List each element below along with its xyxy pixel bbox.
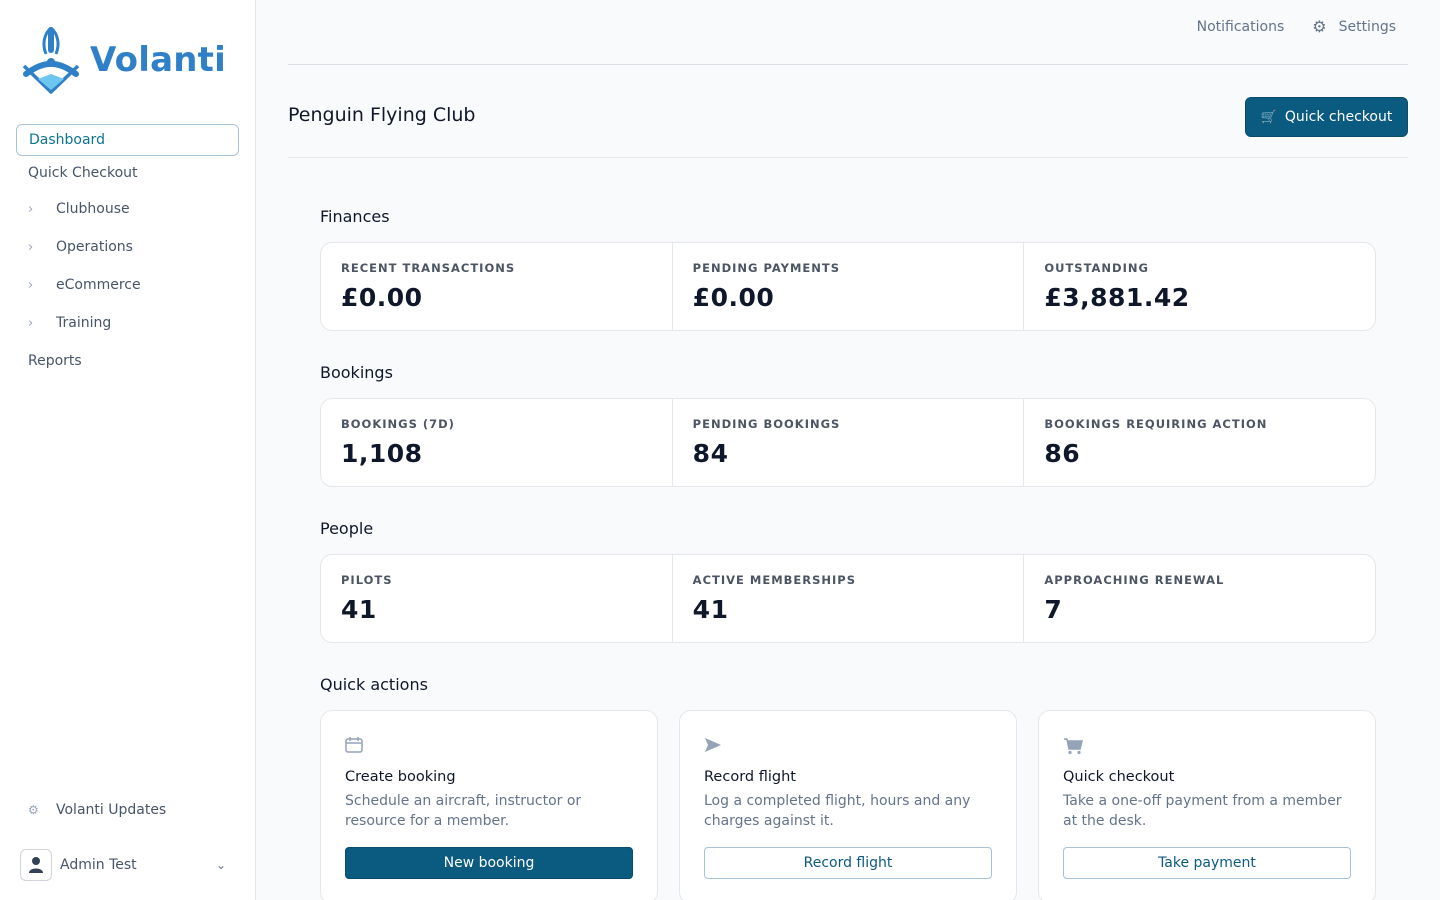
action-title: Quick checkout (1063, 769, 1175, 785)
stat-card: PILOTS 41 (321, 555, 673, 642)
stat-label: BOOKINGS (7D) (341, 417, 455, 431)
sidebar-item-operations[interactable]: › Operations (16, 228, 239, 266)
stat-value: 41 (341, 595, 377, 624)
bookings-stats: BOOKINGS (7D) 1,108 PENDING BOOKINGS 84 … (320, 398, 1376, 487)
cart-icon: 🛒 (1260, 109, 1277, 125)
stat-label: PENDING PAYMENTS (692, 261, 841, 275)
stat-label: PILOTS (341, 573, 393, 587)
stat-label: APPROACHING RENEWAL (1044, 573, 1225, 587)
stat-card: BOOKINGS REQUIRING ACTION 86 (1024, 399, 1375, 486)
action-title: Record flight (704, 769, 796, 785)
action-card-record-flight: Record flight Log a completed flight, ho… (679, 710, 1017, 900)
sidebar-item-quick-checkout[interactable]: Quick Checkout (16, 156, 239, 190)
stat-label: OUTSTANDING (1044, 261, 1149, 275)
people-stats: PILOTS 41 ACTIVE MEMBERSHIPS 41 APPROACH… (320, 554, 1376, 643)
sidebar-item-clubhouse[interactable]: › Clubhouse (16, 190, 239, 228)
sidebar-item-label: Clubhouse (56, 201, 130, 217)
new-booking-button[interactable]: New booking (345, 847, 633, 879)
action-title: Create booking (345, 769, 456, 785)
section-title-bookings: Bookings (320, 363, 393, 382)
stat-value: 84 (692, 439, 729, 468)
sidebar-item-reports[interactable]: Reports (16, 344, 239, 378)
action-card-quick-checkout: Quick checkout Take a one-off payment fr… (1038, 710, 1376, 900)
sidebar-item-label: Reports (28, 353, 82, 369)
volanti-updates-link[interactable]: ⚙ Volanti Updates (20, 793, 236, 827)
calendar-icon (345, 737, 633, 757)
user-icon (29, 857, 43, 873)
settings-link[interactable]: ⚙ Settings (1312, 17, 1396, 36)
stat-card: APPROACHING RENEWAL 7 (1024, 555, 1375, 642)
stat-card: BOOKINGS (7D) 1,108 (321, 399, 673, 486)
chevron-down-icon: ⌄ (215, 858, 226, 872)
action-description: Log a completed flight, hours and any ch… (704, 793, 971, 829)
stat-card: OUTSTANDING £3,881.42 (1024, 243, 1375, 330)
sidebar-item-label: Training (56, 315, 112, 331)
stat-label: ACTIVE MEMBERSHIPS (692, 573, 857, 587)
finances-stats: RECENT TRANSACTIONS £0.00 PENDING PAYMEN… (320, 242, 1376, 331)
stat-label: RECENT TRANSACTIONS (341, 261, 516, 275)
stat-card: PENDING PAYMENTS £0.00 (673, 243, 1025, 330)
cart-icon (1063, 737, 1351, 757)
brand-name: Volanti (90, 40, 226, 80)
action-description: Take a one-off payment from a member at … (1063, 793, 1342, 829)
user-menu[interactable]: Admin Test ⌄ (20, 847, 236, 883)
stat-value: 7 (1044, 595, 1063, 624)
topbar-links: Notifications ⚙ Settings (1197, 17, 1396, 36)
paper-plane-icon (704, 737, 992, 757)
brand[interactable]: Volanti (20, 24, 226, 96)
stat-value: £0.00 (341, 283, 423, 312)
avatar (20, 849, 52, 881)
sidebar-item-training[interactable]: › Training (16, 304, 239, 342)
chevron-right-icon: › (28, 277, 34, 293)
page-header: Penguin Flying Club 🛒 Quick checkout (288, 65, 1408, 158)
volanti-updates-label: Volanti Updates (56, 802, 167, 818)
stat-value: £3,881.42 (1044, 283, 1190, 312)
stat-value: £0.00 (692, 283, 775, 312)
sidebar-item-label: Dashboard (29, 132, 105, 148)
topbar: Notifications ⚙ Settings (288, 0, 1408, 65)
stat-value: 1,108 (341, 439, 423, 468)
notifications-link[interactable]: Notifications (1197, 19, 1285, 35)
sidebar-item-dashboard[interactable]: Dashboard (16, 124, 239, 156)
section-title-finances: Finances (320, 207, 390, 226)
stat-label: BOOKINGS REQUIRING ACTION (1044, 417, 1268, 431)
record-flight-button[interactable]: Record flight (704, 847, 992, 879)
sidebar-item-label: eCommerce (56, 277, 141, 293)
sidebar-item-ecommerce[interactable]: › eCommerce (16, 266, 239, 304)
chevron-right-icon: › (28, 201, 34, 217)
app: Volanti Dashboard Quick Checkout › Clubh… (0, 0, 1440, 900)
dashboard-content: Finances RECENT TRANSACTIONS £0.00 PENDI… (320, 200, 1376, 900)
section-title-quick-actions: Quick actions (320, 675, 428, 694)
gear-icon: ⚙ (28, 803, 39, 817)
chevron-right-icon: › (28, 239, 34, 255)
user-name: Admin Test (60, 857, 137, 873)
action-description: Schedule an aircraft, instructor or reso… (345, 793, 582, 829)
stat-card: PENDING BOOKINGS 84 (673, 399, 1025, 486)
stat-value: 41 (692, 595, 729, 624)
chevron-right-icon: › (28, 315, 34, 331)
quick-actions: Create booking Schedule an aircraft, ins… (320, 710, 1376, 900)
sidebar-nav: Dashboard Quick Checkout › Clubhouse › O… (16, 124, 239, 378)
stat-label: PENDING BOOKINGS (692, 417, 841, 431)
sidebar-item-label: Operations (56, 239, 133, 255)
volanti-logo-icon (22, 26, 80, 94)
page-title: Penguin Flying Club (288, 104, 476, 126)
stat-value: 86 (1044, 439, 1081, 468)
take-payment-button[interactable]: Take payment (1063, 847, 1351, 879)
sidebar: Volanti Dashboard Quick Checkout › Clubh… (0, 0, 256, 900)
stat-card: RECENT TRANSACTIONS £0.00 (321, 243, 673, 330)
action-card-create-booking: Create booking Schedule an aircraft, ins… (320, 710, 658, 900)
quick-checkout-button[interactable]: 🛒 Quick checkout (1245, 97, 1408, 137)
sidebar-item-label: Quick Checkout (28, 165, 138, 181)
stat-card: ACTIVE MEMBERSHIPS 41 (673, 555, 1025, 642)
gear-icon: ⚙ (1312, 17, 1327, 36)
quick-checkout-button-label: Quick checkout (1284, 109, 1393, 125)
main-content: Notifications ⚙ Settings Penguin Flying … (256, 0, 1440, 900)
section-title-people: People (320, 519, 374, 538)
settings-label: Settings (1338, 18, 1396, 35)
